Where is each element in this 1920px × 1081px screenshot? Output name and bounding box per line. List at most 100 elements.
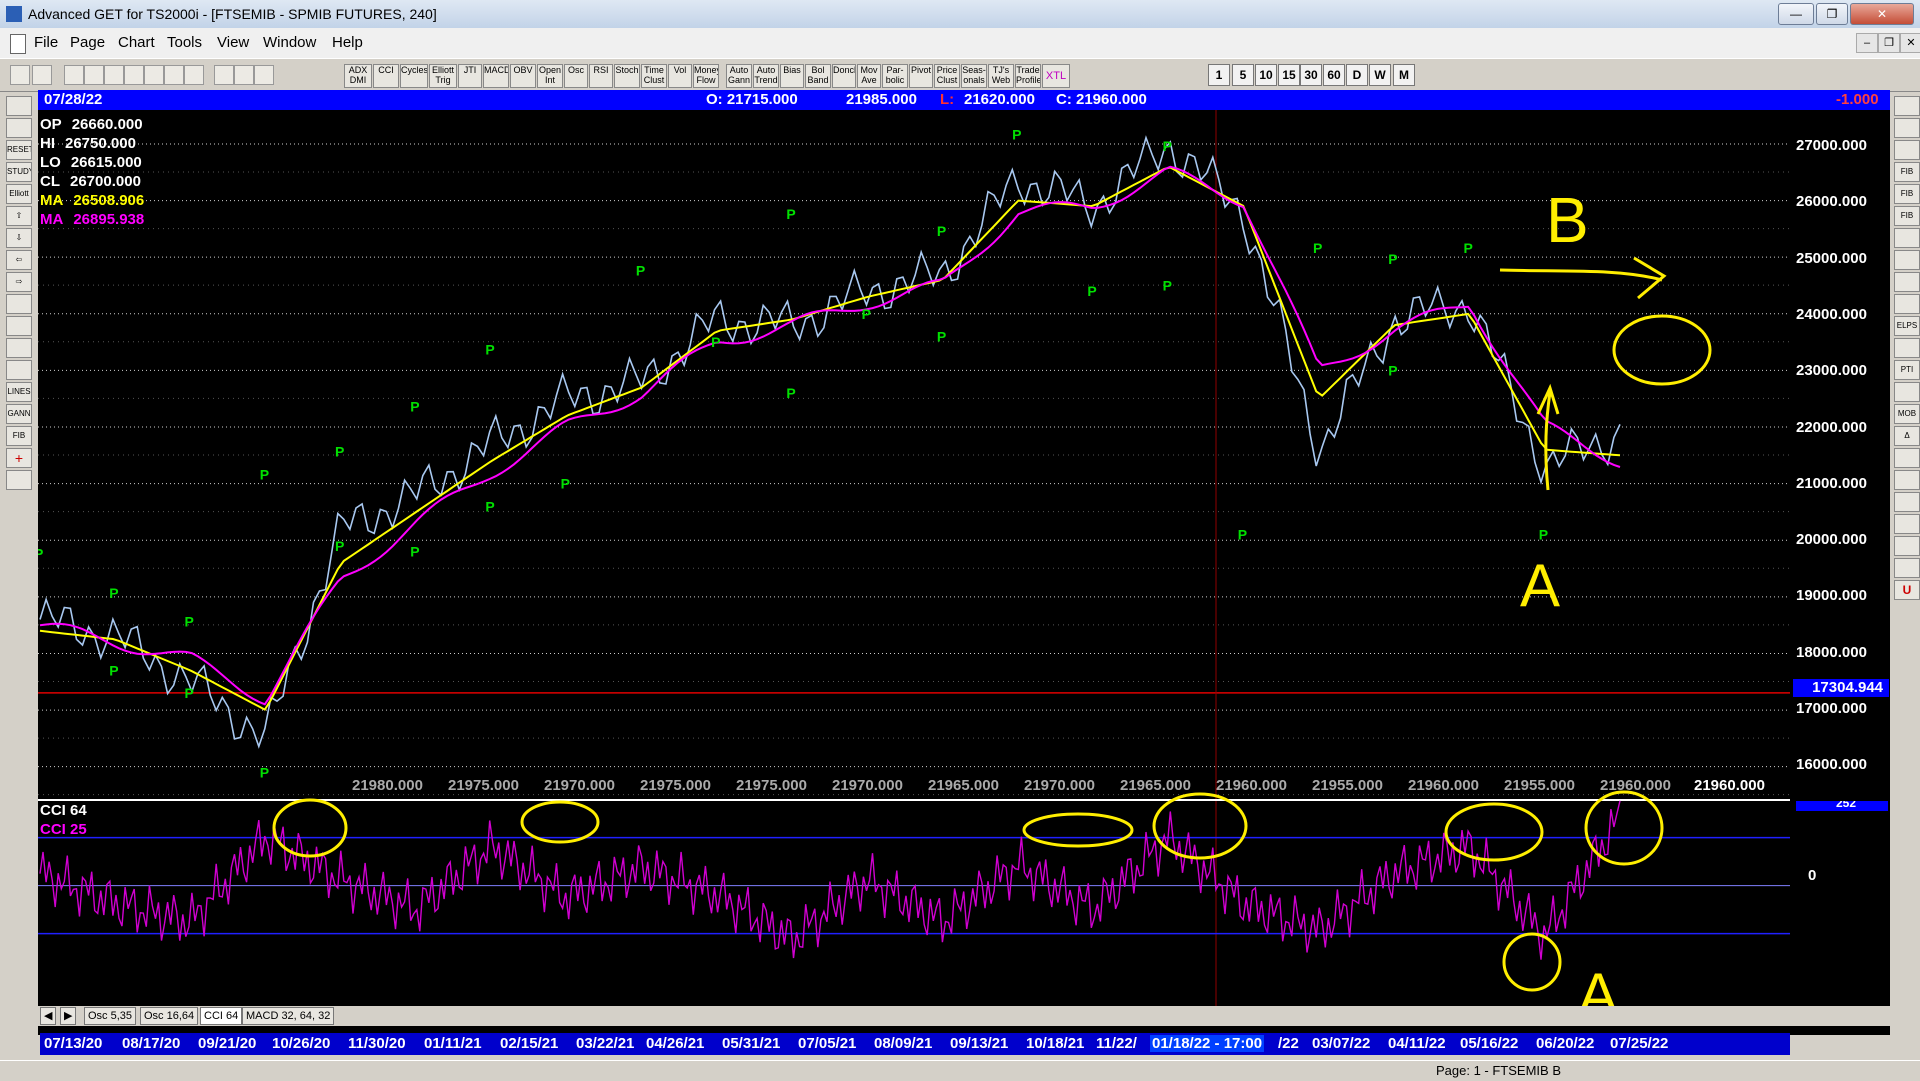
timeframe-button-5[interactable]: 5 — [1232, 64, 1254, 86]
study-button-jti[interactable]: JTI — [458, 64, 482, 88]
reset-button[interactable]: RESET — [6, 140, 32, 160]
timeframe-button-d[interactable]: D — [1346, 64, 1368, 86]
maximize-button[interactable]: ❐ — [1816, 3, 1848, 25]
study-button-xtl[interactable]: XTL — [1042, 64, 1070, 88]
menu-help[interactable]: Help — [332, 34, 363, 51]
study-button[interactable]: STUDY — [6, 162, 32, 182]
close-button[interactable]: ✕ — [1850, 3, 1914, 25]
grid-toggle-icon[interactable] — [6, 360, 32, 380]
study-button-tj-s-web[interactable]: TJ's Web — [988, 64, 1014, 88]
tab-macd[interactable]: MACD 32, 64, 32 — [242, 1007, 335, 1025]
study-button-seas-onals[interactable]: Seas-onals — [961, 64, 987, 88]
study-button-macd[interactable]: MACD — [483, 64, 509, 88]
new-icon[interactable] — [64, 65, 84, 85]
timeframe-button-m[interactable]: M — [1393, 64, 1415, 86]
study-button-trade-profile[interactable]: Trade Profile — [1015, 64, 1041, 88]
pan-icon[interactable] — [6, 118, 32, 138]
timeframe-button-15[interactable]: 15 — [1278, 64, 1300, 86]
stretch-icon[interactable] — [6, 338, 32, 358]
info-open: O: 21715.000 — [706, 91, 798, 108]
study-button-osc[interactable]: Osc — [564, 64, 588, 88]
lines-button[interactable]: LINES — [6, 382, 32, 402]
study-button-cycles[interactable]: Cycles — [400, 64, 428, 88]
menu-page[interactable]: Page — [70, 34, 105, 51]
study-button-money-flow[interactable]: Money Flow — [693, 64, 719, 88]
timeframe-button-10[interactable]: 10 — [1255, 64, 1277, 86]
magnifier-icon[interactable] — [1894, 448, 1920, 468]
study-button-elliott-trig[interactable]: Elliott Trig — [429, 64, 457, 88]
histogram-icon[interactable] — [1894, 382, 1920, 402]
study-button-donch[interactable]: Donch — [832, 64, 856, 88]
study-button-price-clust[interactable]: Price Clust — [934, 64, 960, 88]
fib-button[interactable]: FIB — [6, 426, 32, 446]
menu-window[interactable]: Window — [263, 34, 316, 51]
study-button-open-int[interactable]: Open Int — [537, 64, 563, 88]
folder-icon[interactable] — [6, 96, 32, 116]
timeframe-button-60[interactable]: 60 — [1323, 64, 1345, 86]
tab-osc-16-64[interactable]: Osc 16,64 — [140, 1007, 199, 1025]
study-button-cci[interactable]: CCI — [373, 64, 399, 88]
study-button-auto-gann[interactable]: Auto Gann — [726, 64, 752, 88]
mdi-close-button[interactable]: ✕ — [1900, 33, 1920, 53]
cursor-icon[interactable] — [10, 65, 30, 85]
tools-icon[interactable] — [164, 65, 184, 85]
zoom-icon[interactable] — [144, 65, 164, 85]
timeframe-button-w[interactable]: W — [1369, 64, 1391, 86]
study-button-adx-dmi[interactable]: ADX DMI — [344, 64, 372, 88]
tab-osc-5-35[interactable]: Osc 5,35 — [84, 1007, 137, 1025]
study-button-rsi[interactable]: RSI — [589, 64, 613, 88]
help-icon[interactable] — [254, 65, 274, 85]
notes-icon[interactable] — [1894, 558, 1920, 578]
menu-file[interactable]: File — [34, 34, 58, 51]
open-icon[interactable] — [84, 65, 104, 85]
menu-chart[interactable]: Chart — [118, 34, 155, 51]
pivot-high-marker: P — [636, 262, 645, 278]
question-icon[interactable] — [234, 65, 254, 85]
pitchfork-icon[interactable] — [1894, 272, 1920, 292]
left-arrow-icon[interactable]: ⇦ — [6, 250, 32, 270]
mdi-restore-button[interactable]: ❐ — [1878, 33, 1900, 53]
price-chart[interactable]: PPPPPPPPPPPPPPPPPPP PPPPPPPP PPPPBAA — [38, 110, 1890, 1030]
up-arrow-icon[interactable]: ⇧ — [6, 206, 32, 226]
right-arrow-icon[interactable]: ⇨ — [6, 272, 32, 292]
study-button-vol[interactable]: Vol — [668, 64, 692, 88]
back-icon[interactable] — [104, 65, 124, 85]
crosshair-icon[interactable]: + — [6, 448, 32, 468]
tab-cci-64[interactable]: CCI 64 — [200, 1007, 243, 1025]
settings-icon[interactable] — [1894, 492, 1920, 512]
timeframe-button-1[interactable]: 1 — [1208, 64, 1230, 86]
study-button-bias[interactable]: Bias — [780, 64, 804, 88]
line-tool-icon[interactable] — [1894, 96, 1920, 116]
fib-ret-button[interactable]: FIB RET — [1894, 162, 1920, 182]
study-button-obv[interactable]: OBV — [510, 64, 536, 88]
study-button-par-bolic[interactable]: Par-bolic — [882, 64, 908, 88]
study-button-auto-trend[interactable]: Auto Trend — [753, 64, 779, 88]
spiral-icon[interactable] — [1894, 338, 1920, 358]
study-button-bol-band[interactable]: Bol Band — [805, 64, 831, 88]
print-chart-icon[interactable] — [6, 470, 32, 490]
down-arrow-icon[interactable]: ⇩ — [6, 228, 32, 248]
study-button-stoch[interactable]: Stoch — [614, 64, 640, 88]
menu-tools[interactable]: Tools — [167, 34, 202, 51]
quote-icon[interactable] — [32, 65, 52, 85]
tab-scroll-right[interactable]: ▶ — [60, 1007, 77, 1025]
pencil-icon[interactable] — [1894, 118, 1920, 138]
tab-scroll-left[interactable]: ◀ — [40, 1007, 57, 1025]
price-marker-label: 21960.000 — [1408, 777, 1479, 794]
grid-icon[interactable] — [184, 65, 204, 85]
arc-icon[interactable] — [1894, 228, 1920, 248]
expand-icon[interactable] — [6, 316, 32, 336]
mdi-minimize-button[interactable]: – — [1856, 33, 1878, 53]
compress-icon[interactable] — [6, 294, 32, 314]
study-button-time-clust[interactable]: Time Clust — [641, 64, 667, 88]
forward-icon[interactable] — [124, 65, 144, 85]
print-icon[interactable] — [214, 65, 234, 85]
elliott-button[interactable]: Elliott — [6, 184, 32, 204]
document-icon[interactable] — [10, 34, 26, 54]
menu-view[interactable]: View — [217, 34, 249, 51]
gann-button[interactable]: GANN — [6, 404, 32, 424]
study-button-mov-ave[interactable]: Mov Ave — [857, 64, 881, 88]
timeframe-button-30[interactable]: 30 — [1300, 64, 1322, 86]
study-button-pivot[interactable]: Pivot — [909, 64, 933, 88]
minimize-button[interactable]: — — [1778, 3, 1814, 25]
